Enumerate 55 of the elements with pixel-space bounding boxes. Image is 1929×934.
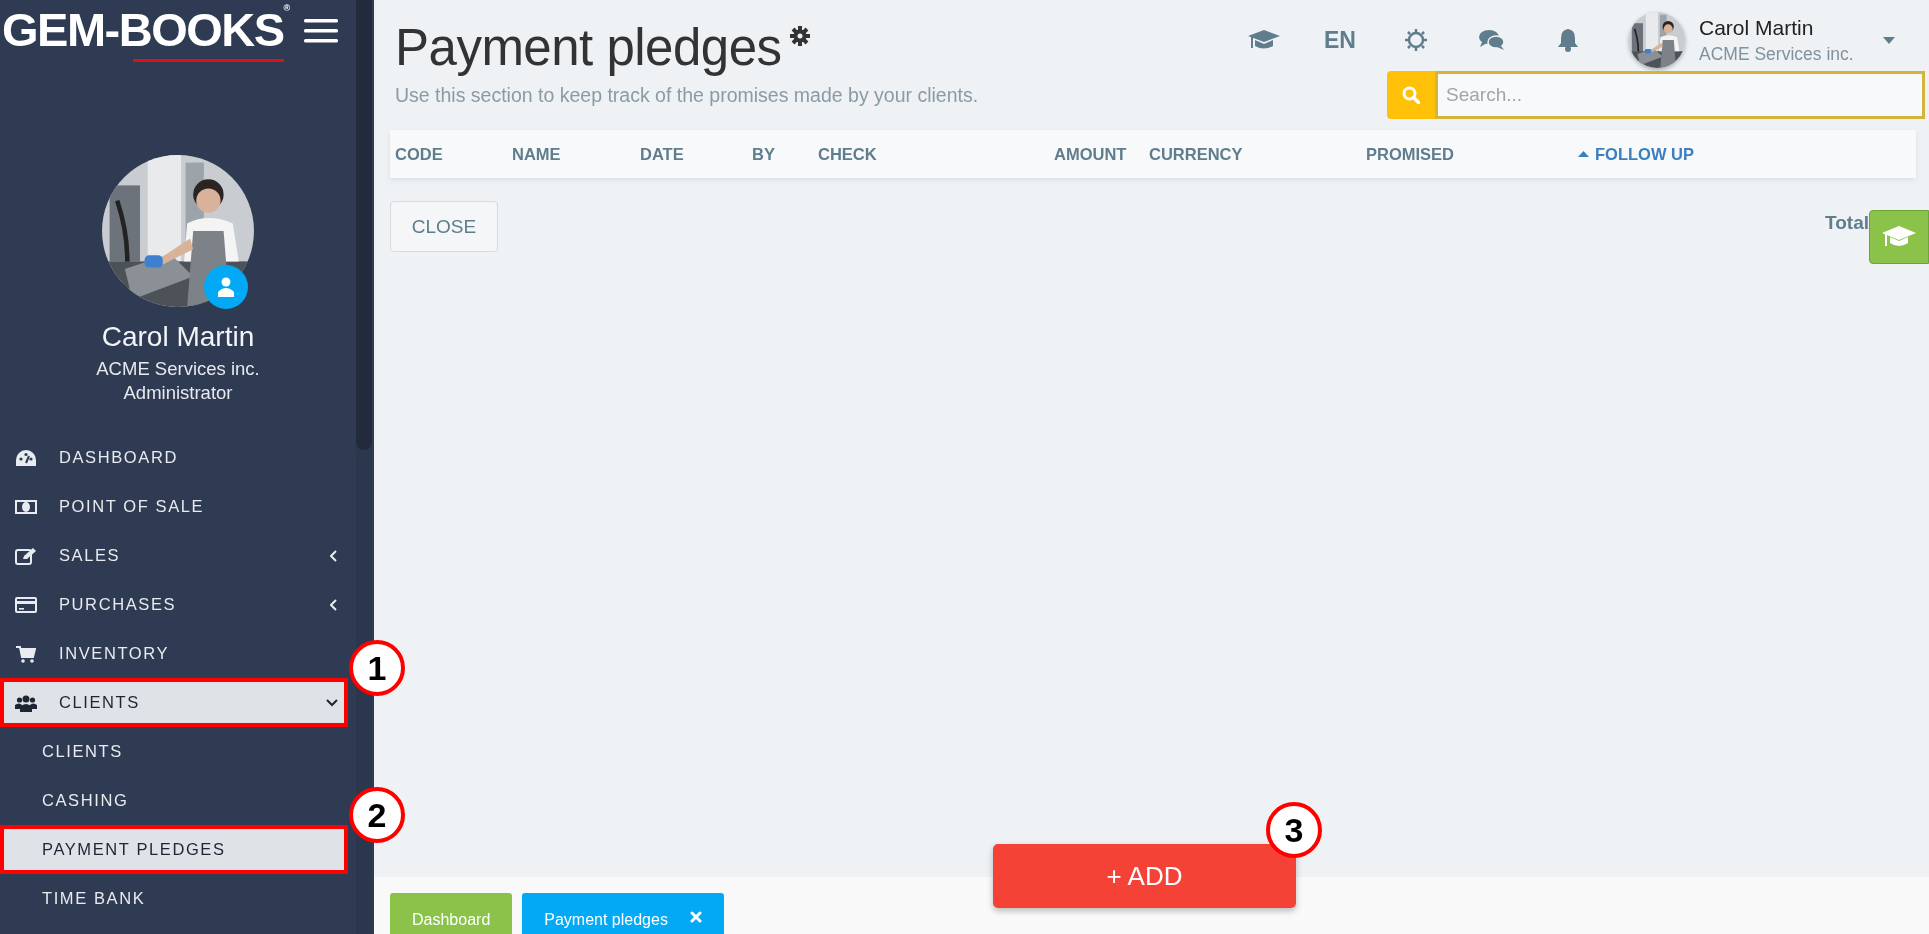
page-title: Payment pledges: [395, 18, 782, 78]
search-icon: [1402, 86, 1420, 104]
help-button[interactable]: [1869, 210, 1929, 264]
gauge-icon: [15, 448, 37, 467]
users-icon: [15, 693, 37, 712]
column-header[interactable]: BY: [747, 144, 813, 164]
column-header[interactable]: DATE: [635, 144, 747, 164]
step-number: 3: [1266, 802, 1322, 858]
column-header[interactable]: CODE: [390, 144, 507, 164]
total-label: Total: [1825, 212, 1869, 234]
profile-name: Carol Martin: [101, 321, 255, 353]
column-header[interactable]: CHECK: [813, 144, 1049, 164]
sidebar-subitem[interactable]: CASHING: [0, 776, 348, 825]
column-header[interactable]: NAME: [507, 144, 635, 164]
close-icon[interactable]: [689, 911, 702, 923]
chevron-down-icon: [326, 698, 338, 707]
close-button[interactable]: CLOSE: [390, 201, 498, 252]
sidebar-subitem[interactable]: CLIENTS: [0, 727, 348, 776]
sort-up-icon: [1578, 151, 1589, 157]
search-field[interactable]: Search...: [1435, 71, 1925, 119]
chat-icon[interactable]: [1479, 29, 1505, 51]
page-subtitle: Use this section to keep track of the promises made by your clients.: [395, 84, 980, 107]
sidebar-item[interactable]: PURCHASES: [0, 580, 348, 629]
chevron-left-icon: [330, 549, 338, 562]
column-header[interactable]: PROMISED: [1361, 144, 1573, 164]
user-name: Carol Martin: [1699, 15, 1815, 40]
column-header[interactable]: CURRENCY: [1144, 144, 1361, 164]
add-button[interactable]: + ADD: [993, 844, 1296, 908]
sun-icon[interactable]: [1404, 28, 1428, 52]
settings-icon[interactable]: [789, 26, 810, 46]
profile-company: ACME Services inc.: [96, 357, 260, 381]
user-icon: [217, 277, 235, 297]
chevron-left-icon: [330, 598, 338, 611]
cart-icon: [16, 644, 36, 663]
logo: GEM-BOOKS$^{®}$: [0, 4, 291, 64]
menu-icon[interactable]: [304, 18, 338, 44]
sidebar-item[interactable]: CLIENTS: [0, 678, 348, 727]
user-company: ACME Services inc.: [1699, 43, 1855, 65]
language-selector[interactable]: EN: [1315, 26, 1365, 54]
sidebar-subitem[interactable]: TIME BANK: [0, 874, 348, 923]
sidebar-subitem[interactable]: PAYMENT PLEDGES: [0, 825, 348, 874]
sidebar-item[interactable]: SALES: [0, 531, 348, 580]
sidebar-item[interactable]: POINT OF SALE: [0, 482, 348, 531]
bell-icon[interactable]: [1557, 28, 1579, 52]
column-header[interactable]: FOLLOW UP: [1573, 144, 1916, 164]
credit-card-icon: [15, 596, 37, 613]
banknote-icon: [15, 498, 37, 515]
profile-role: Administrator: [123, 381, 233, 405]
column-header[interactable]: AMOUNT: [1049, 144, 1144, 164]
open-tab[interactable]: Dashboard: [390, 893, 513, 934]
sidebar-item[interactable]: DASHBOARD: [0, 433, 348, 482]
sidebar-item[interactable]: INVENTORY: [0, 629, 348, 678]
caret-down-icon[interactable]: [1883, 36, 1895, 44]
open-tab[interactable]: Payment pledges: [522, 893, 724, 934]
edit-icon: [15, 546, 37, 565]
